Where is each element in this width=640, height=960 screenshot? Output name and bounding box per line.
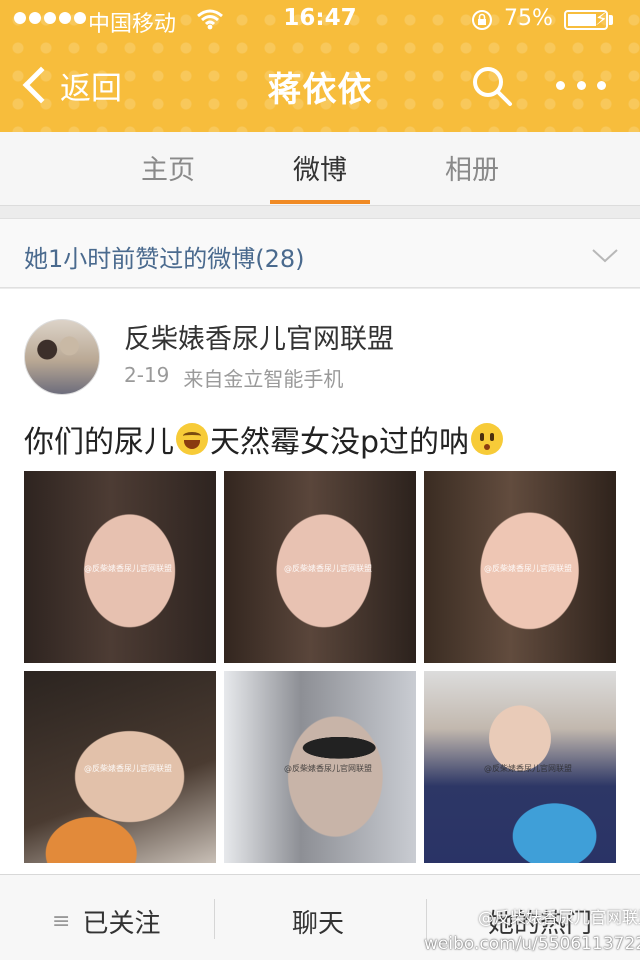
post-text: 你们的尿儿 天然霉女没p过的呐 — [24, 417, 505, 461]
following-button[interactable]: ≡ 已关注 — [52, 903, 160, 940]
liked-posts-header[interactable]: 她1小时前赞过的微博(28) — [0, 218, 640, 288]
photo-watermark: @反柴婊香尿儿官网联盟 — [484, 564, 572, 573]
photo-watermark: @反柴婊香尿儿官网联盟 — [284, 764, 372, 773]
avatar[interactable] — [24, 319, 100, 395]
nav-bar: 返回 蒋依依 — [0, 40, 640, 132]
post-photo[interactable]: @反柴婊香尿儿官网联盟 — [24, 671, 216, 863]
photo-watermark: @反柴婊香尿儿官网联盟 — [84, 564, 172, 573]
divider — [214, 899, 215, 939]
weibo-watermark-handle: @反柴婊香尿儿官网联盟 — [478, 908, 640, 927]
photo-watermark: @反柴婊香尿儿官网联盟 — [484, 764, 572, 773]
post-card[interactable]: 反柴婊香尿儿官网联盟 2-19 来自金立智能手机 你们的尿儿 天然霉女没p过的呐… — [0, 289, 640, 889]
menu-lines-icon: ≡ — [52, 909, 71, 934]
post-date: 2-19 — [124, 363, 170, 387]
rotation-lock-icon — [472, 10, 492, 30]
weibo-watermark-url: weibo.com/u/5506113722 — [424, 934, 640, 954]
divider — [426, 899, 427, 939]
post-photo[interactable]: @反柴婊香尿儿官网联盟 — [224, 671, 416, 863]
following-label: 已关注 — [82, 909, 161, 939]
liked-posts-label: 她1小时前赞过的微博(28) — [24, 245, 305, 273]
profile-tabs: 主页 微博 相册 — [0, 132, 640, 206]
battery-percent: 75% — [504, 6, 553, 31]
post-text-part2: 天然霉女没p过的呐 — [210, 425, 470, 460]
battery-tip — [609, 15, 613, 25]
more-dot-icon — [556, 80, 565, 90]
status-bar: 中国移动 16:47 75% ⚡ — [0, 0, 640, 40]
post-author[interactable]: 反柴婊香尿儿官网联盟 — [124, 317, 394, 356]
search-icon[interactable] — [468, 62, 516, 110]
active-tab-indicator — [270, 200, 370, 204]
page-title: 蒋依依 — [267, 70, 373, 110]
battery-icon: ⚡ — [564, 9, 608, 30]
chat-button[interactable]: 聊天 — [292, 903, 344, 940]
photo-watermark: @反柴婊香尿儿官网联盟 — [284, 564, 372, 573]
laughing-tears-icon — [176, 423, 208, 455]
more-options-button[interactable] — [556, 70, 606, 100]
tab-home[interactable]: 主页 — [108, 148, 228, 187]
post-source: 来自金立智能手机 — [183, 367, 344, 391]
neutral-face-icon — [471, 423, 504, 455]
post-photo[interactable]: @反柴婊香尿儿官网联盟 — [424, 671, 616, 863]
post-photo[interactable]: @反柴婊香尿儿官网联盟 — [224, 471, 416, 663]
post-photo[interactable]: @反柴婊香尿儿官网联盟 — [24, 471, 216, 663]
more-dot-icon — [576, 80, 586, 90]
tab-weibo[interactable]: 微博 — [260, 148, 380, 187]
tab-album[interactable]: 相册 — [412, 148, 532, 187]
more-dot-icon — [597, 80, 606, 90]
post-text-part1: 你们的尿儿 — [24, 425, 174, 460]
app-header: 中国移动 16:47 75% ⚡ 返回 蒋依依 — [0, 0, 640, 132]
chevron-down-icon — [592, 249, 618, 263]
photo-watermark: @反柴婊香尿儿官网联盟 — [84, 764, 172, 773]
post-photo[interactable]: @反柴婊香尿儿官网联盟 — [424, 471, 616, 663]
post-meta: 2-19 来自金立智能手机 — [124, 363, 343, 392]
